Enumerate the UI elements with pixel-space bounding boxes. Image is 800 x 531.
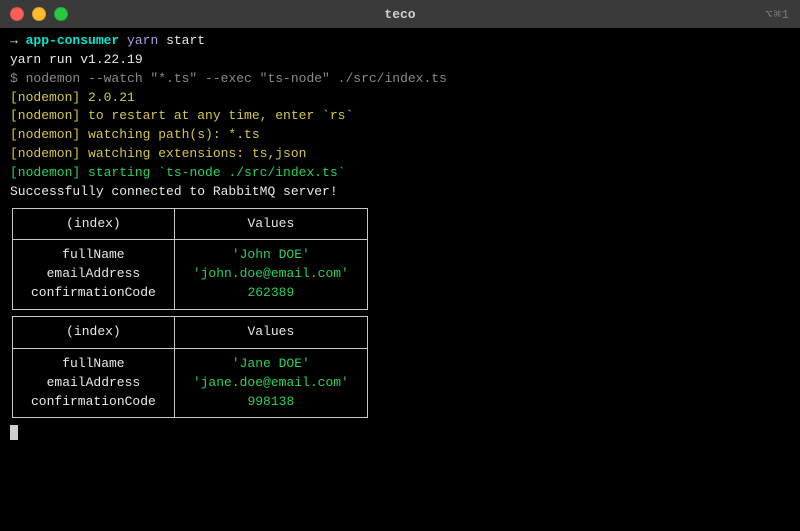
console-table-1: (index) Values fullName emailAddress con… [12,208,368,310]
output-line: yarn run v1.22.19 [10,51,790,70]
nodemon-starting-cmd: `ts-node ./src/index.ts` [158,165,345,180]
close-icon[interactable] [10,7,24,21]
prompt-subcommand: start [166,33,205,48]
output-line: $ nodemon --watch "*.ts" --exec "ts-node… [10,70,790,89]
window-shortcut: ⌥⌘1 [765,7,790,22]
table-header-row: (index) Values [13,208,368,240]
cell-values: 'John DOE' 'john.doe@email.com' 262389 [174,240,367,310]
minimize-icon[interactable] [32,7,46,21]
col-index: (index) [13,316,175,348]
traffic-lights [10,7,68,21]
nodemon-cmd: nodemon --watch "*.ts" --exec "ts-node" … [26,71,447,86]
prompt-arrow: → [10,33,26,48]
table-row: fullName emailAddress confirmationCode '… [13,348,368,418]
console-table-2: (index) Values fullName emailAddress con… [12,316,368,418]
terminal-viewport[interactable]: → app-consumer yarn start yarn run v1.22… [0,28,800,531]
output-line: [nodemon] watching extensions: ts,json [10,145,790,164]
cell-keys: fullName emailAddress confirmationCode [13,240,175,310]
zoom-icon[interactable] [54,7,68,21]
col-index: (index) [13,208,175,240]
dollar-sign: $ [10,71,26,86]
cell-values: 'Jane DOE' 'jane.doe@email.com' 998138 [174,348,367,418]
output-line: [nodemon] watching path(s): *.ts [10,126,790,145]
prompt-command: yarn [127,33,158,48]
output-line: [nodemon] starting `ts-node ./src/index.… [10,164,790,183]
nodemon-starting: [nodemon] starting [10,165,158,180]
prompt-line: → app-consumer yarn start [10,32,790,51]
window-titlebar: teco ⌥⌘1 [0,0,800,28]
output-line: [nodemon] to restart at any time, enter … [10,107,790,126]
cursor-line [10,424,790,443]
cursor-icon [10,425,18,440]
output-line: Successfully connected to RabbitMQ serve… [10,183,790,202]
table-header-row: (index) Values [13,316,368,348]
window-title: teco [0,7,800,22]
output-line: [nodemon] 2.0.21 [10,89,790,108]
table-row: fullName emailAddress confirmationCode '… [13,240,368,310]
col-values: Values [174,208,367,240]
col-values: Values [174,316,367,348]
cell-keys: fullName emailAddress confirmationCode [13,348,175,418]
prompt-dir: app-consumer [26,33,120,48]
